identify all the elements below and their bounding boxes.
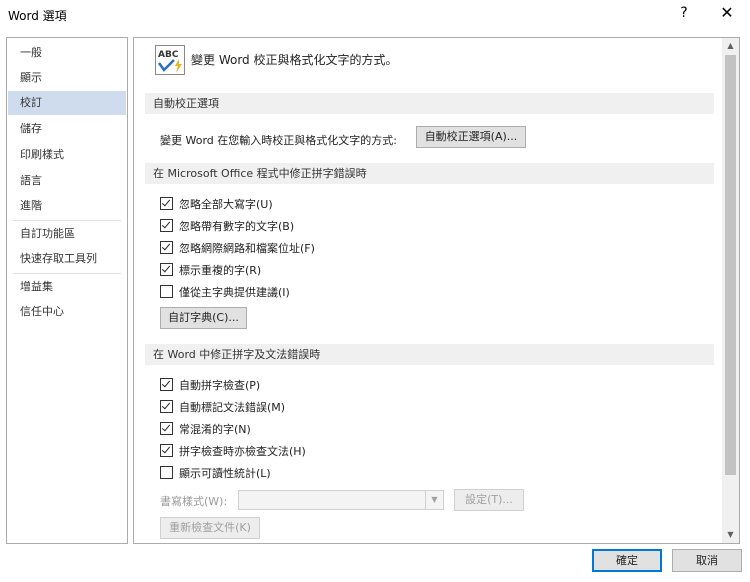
checkbox[interactable] [160,197,173,210]
checkbox[interactable] [160,285,173,298]
settings-button[interactable]: 設定(T)... [454,489,524,511]
section-autocorrect: 自動校正選項 [145,93,714,114]
scroll-down-icon[interactable]: ▼ [722,527,739,543]
nav-item-typography[interactable]: 印刷樣式 [8,143,126,167]
panel-header: 變更 Word 校正與格式化文字的方式。 [191,53,398,67]
nav-item-customize-ribbon[interactable]: 自訂功能區 [8,222,126,246]
checkbox[interactable] [160,400,173,413]
abc-check-icon: ABC [155,45,185,75]
checkbox[interactable] [160,241,173,254]
writing-style-label: 書寫樣式(W): [160,495,228,508]
checkbox[interactable] [160,466,173,479]
section-word-grammar: 在 Word 中修正拼字及文法錯誤時 [145,344,714,365]
nav-item-proofing[interactable]: 校訂 [8,91,126,115]
nav-divider [13,273,121,274]
help-icon[interactable]: ? [676,5,692,21]
nav-item-general[interactable]: 一般 [8,41,126,65]
options-nav: 一般 顯示 校訂 儲存 印刷樣式 語言 進階 自訂功能區 快速存取工具列 增益集… [6,37,128,544]
checkbox[interactable] [160,378,173,391]
nav-item-display[interactable]: 顯示 [8,66,126,90]
nav-item-trust-center[interactable]: 信任中心 [8,300,126,324]
nav-item-language[interactable]: 語言 [8,169,126,193]
svg-text:ABC: ABC [158,50,179,60]
checkbox[interactable] [160,263,173,276]
writing-style-select[interactable]: ▼ [238,490,444,510]
proofing-panel: ABC 變更 Word 校正與格式化文字的方式。 自動校正選項 變更 Word … [133,37,740,544]
checkbox[interactable] [160,219,173,232]
scroll-thumb[interactable] [725,55,736,475]
ok-button[interactable]: 確定 [592,549,662,572]
checkbox[interactable] [160,422,173,435]
nav-item-advanced[interactable]: 進階 [8,194,126,218]
chevron-down-icon[interactable]: ▼ [425,491,443,509]
section-office-spelling: 在 Microsoft Office 程式中修正拼字錯誤時 [145,163,714,184]
title-bar: Word 選項 ? ✕ [0,0,750,30]
scroll-up-icon[interactable]: ▲ [722,38,739,54]
nav-divider [13,220,121,221]
checkbox[interactable] [160,444,173,457]
vertical-scrollbar[interactable]: ▲ ▼ [722,38,739,543]
nav-item-quick-access[interactable]: 快速存取工具列 [8,247,126,271]
nav-item-add-ins[interactable]: 增益集 [8,275,126,299]
recheck-document-button[interactable]: 重新檢查文件(K) [160,517,260,539]
close-icon[interactable]: ✕ [716,3,738,22]
nav-item-save[interactable]: 儲存 [8,117,126,141]
window-title: Word 選項 [8,9,67,23]
autocorrect-options-button[interactable]: 自動校正選項(A)... [416,126,526,148]
custom-dictionaries-button[interactable]: 自訂字典(C)... [160,307,247,329]
cancel-button[interactable]: 取消 [672,549,742,572]
autocorrect-label: 變更 Word 在您輸入時校正與格式化文字的方式: [160,134,397,147]
